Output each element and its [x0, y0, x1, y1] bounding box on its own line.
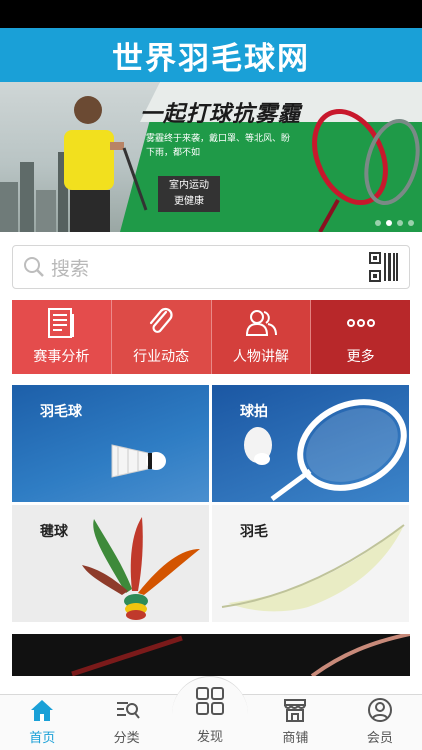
category-more[interactable]: 更多	[311, 300, 410, 374]
banner-subtext: 雾霾终于来袭，戴口罩、等北风、盼下雨，都不如	[146, 134, 291, 158]
product-grid: 羽毛球 球拍 毽球 羽毛	[12, 385, 410, 622]
newspaper-icon	[48, 308, 75, 338]
tile-label: 毽球	[40, 524, 68, 540]
paperclip-icon	[150, 307, 173, 333]
app-title: 世界羽毛球网	[112, 40, 310, 77]
tile-label: 羽毛球	[40, 404, 82, 420]
tab-label: 首页	[29, 731, 56, 746]
tab-label: 商铺	[282, 731, 309, 746]
title-bar: 世界羽毛球网	[0, 28, 422, 82]
category-people[interactable]: 人物讲解	[211, 300, 312, 374]
promo-line-2: 更健康	[174, 196, 204, 207]
carousel-dot[interactable]	[397, 220, 403, 226]
racket-strip-image	[71, 634, 410, 676]
category-match-analysis[interactable]: 赛事分析	[12, 300, 112, 374]
tile-jianqiu[interactable]: 毽球	[12, 505, 209, 622]
tile-racket[interactable]: 球拍	[212, 385, 409, 502]
tab-member[interactable]: 会员	[338, 695, 422, 750]
grid-icon	[196, 687, 224, 715]
category-label: 行业动态	[133, 349, 190, 365]
tab-shop[interactable]: 商铺	[253, 695, 337, 750]
search-placeholder: 搜索	[51, 257, 90, 280]
tab-home[interactable]: 首页	[0, 695, 84, 750]
tile-feather[interactable]: 羽毛	[212, 505, 409, 622]
tab-discover[interactable]: 发现	[172, 686, 248, 745]
carousel-dot-active[interactable]	[386, 220, 392, 226]
feather-image	[221, 524, 405, 612]
category-menu: 赛事分析 行业动态 人物讲解 更多	[12, 300, 410, 374]
qr-code-icon[interactable]	[369, 252, 399, 282]
tile-shuttlecock[interactable]: 羽毛球	[12, 385, 209, 502]
banner-promo-box: 室内运动 更健康	[158, 176, 220, 212]
carousel-dot[interactable]	[408, 220, 414, 226]
promo-line-1: 室内运动	[169, 180, 209, 191]
promo-banner[interactable]: 一起打球抗雾霾 雾霾终于来袭，戴口罩、等北风、盼下雨，都不如 室内运动 更健康	[0, 82, 422, 232]
category-label: 赛事分析	[33, 349, 90, 365]
tab-category[interactable]: 分类	[84, 695, 168, 750]
search-icon	[24, 257, 44, 277]
carousel-dot[interactable]	[375, 220, 381, 226]
search-bar[interactable]: 搜索	[12, 245, 410, 289]
shuttlecock-image	[111, 444, 166, 478]
jianqiu-image	[82, 517, 200, 620]
app-screen: 世界羽毛球网 一起打球抗雾霾 雾霾终于来袭，戴口罩、等北风、盼下雨，都不如 室内…	[0, 0, 422, 750]
category-search-icon	[116, 702, 140, 719]
featured-strip-image[interactable]	[12, 634, 410, 676]
category-label: 人物讲解	[232, 349, 289, 365]
tab-label: 分类	[113, 731, 140, 746]
category-industry-news[interactable]: 行业动态	[111, 300, 212, 374]
status-bar	[0, 0, 422, 28]
people-icon	[245, 310, 277, 336]
user-icon	[367, 698, 392, 722]
banner-headline: 一起打球抗雾霾	[140, 102, 302, 127]
shop-icon	[284, 699, 307, 722]
tab-label: 发现	[196, 730, 223, 745]
racket-image	[244, 399, 407, 502]
tab-label: 会员	[366, 731, 393, 746]
carousel-indicator	[375, 220, 414, 226]
category-label: 更多	[346, 349, 375, 365]
player-image	[64, 96, 148, 232]
home-icon	[31, 700, 54, 721]
more-dots-icon	[346, 319, 375, 327]
